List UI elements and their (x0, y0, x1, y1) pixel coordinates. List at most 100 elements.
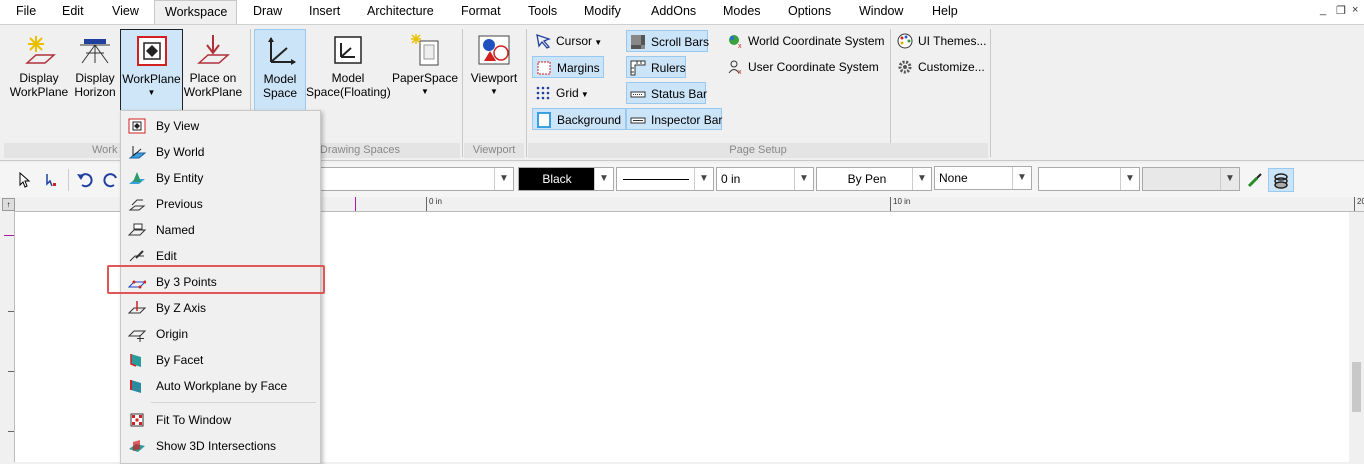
attribute-painter-button[interactable] (1268, 168, 1294, 192)
menu-options[interactable]: Options (788, 4, 831, 18)
fit-to-window-icon (130, 413, 144, 427)
menu-item-by-facet[interactable]: By Facet (121, 349, 320, 371)
margins-label: Margins (557, 61, 600, 75)
ui-themes-button[interactable]: UI Themes... (894, 30, 986, 52)
paperspace-button[interactable]: PaperSpace ▼ (391, 31, 459, 111)
menu-item-auto-workplane-by-face[interactable]: Auto Workplane by Face (121, 375, 320, 397)
menu-view[interactable]: View (112, 4, 139, 18)
model-space-button[interactable]: Model Space (254, 29, 306, 113)
model-space-floating-icon (334, 36, 362, 64)
menu-item-label: Show 3D Intersections (156, 439, 277, 453)
user-coordinate-system-button[interactable]: x User Coordinate System (724, 56, 884, 78)
ruler-origin-icon[interactable]: ↑ (2, 198, 15, 211)
fill-select[interactable]: None ▼ (934, 166, 1032, 190)
restore-icon[interactable]: ❐ (1336, 4, 1346, 17)
chevron-down-icon: ▼ (1220, 168, 1239, 190)
menu-addons[interactable]: AddOns (651, 4, 696, 18)
menu-tools[interactable]: Tools (528, 4, 557, 18)
menu-file[interactable]: File (16, 4, 36, 18)
place-on-workplane-label: Place on WorkPlane (183, 71, 243, 99)
opacity-select[interactable]: ▼ (1142, 167, 1240, 191)
undo-icon[interactable] (76, 172, 94, 188)
horizon-icon (80, 39, 110, 64)
scroll-bars-button[interactable]: Scroll Bars (626, 30, 709, 52)
workplane-button[interactable]: WorkPlane ▼ (120, 29, 183, 113)
menu-window[interactable]: Window (859, 4, 903, 18)
menu-architecture[interactable]: Architecture (367, 4, 434, 18)
redo-icon[interactable] (102, 172, 120, 188)
menu-item-origin[interactable]: Origin (121, 323, 320, 345)
display-workplane-button[interactable]: Display WorkPlane (6, 31, 72, 111)
line-style-select[interactable]: ▼ (616, 167, 714, 191)
close-icon[interactable]: × (1352, 4, 1358, 16)
scroll-bars-icon (631, 35, 645, 49)
model-space-floating-button[interactable]: Model Space(Floating) (306, 31, 391, 111)
viewport-button[interactable]: Viewport ▼ (466, 31, 522, 111)
menu-format[interactable]: Format (461, 4, 501, 18)
margins-icon (537, 61, 551, 75)
menu-insert[interactable]: Insert (309, 4, 340, 18)
menu-item-named[interactable]: Named (121, 219, 320, 241)
place-on-workplane-button[interactable]: Place on WorkPlane (181, 31, 245, 111)
vertical-ruler[interactable] (0, 211, 15, 462)
cursor-button[interactable]: Cursor ▼ (532, 30, 604, 52)
menu-modify[interactable]: Modify (584, 4, 621, 18)
menu-item-label: Origin (156, 327, 189, 341)
menu-help[interactable]: Help (932, 4, 958, 18)
arrow-cursor-icon[interactable] (16, 172, 32, 188)
toolbar-separator (68, 169, 69, 191)
chevron-down-icon: ▼ (421, 87, 429, 96)
vertical-scrollbar[interactable] (1349, 212, 1364, 462)
scrollbar-thumb[interactable] (1352, 362, 1361, 412)
background-button[interactable]: Background (532, 108, 626, 130)
group-label-page-setup: Page Setup (528, 143, 988, 158)
menu-modes[interactable]: Modes (723, 4, 761, 18)
line-width-select[interactable]: 0 in ▼ (716, 167, 814, 191)
ruler-tick (8, 431, 14, 432)
cursor-label: Cursor (556, 34, 593, 48)
minimize-icon[interactable]: _ (1320, 4, 1326, 16)
paperspace-icon (411, 34, 439, 66)
rulers-button[interactable]: Rulers (626, 56, 686, 78)
display-horizon-button[interactable]: Display Horizon (70, 31, 120, 111)
chevron-down-icon: ▼ (694, 168, 713, 190)
menu-item-by-world[interactable]: By World (121, 141, 320, 163)
world-coordinate-system-button[interactable]: x World Coordinate System (724, 30, 888, 52)
rulers-label: Rulers (651, 61, 686, 75)
pattern-select[interactable]: ▼ (1038, 167, 1140, 191)
menu-draw[interactable]: Draw (253, 4, 282, 18)
eyedropper-icon[interactable] (1246, 171, 1264, 189)
node-select-icon[interactable] (42, 172, 58, 188)
ruler-cursor-marker (355, 197, 356, 211)
inspector-bar-label: Inspector Bar (651, 113, 723, 127)
menu-edit[interactable]: Edit (62, 4, 84, 18)
menu-item-edit[interactable]: Edit (121, 245, 320, 267)
show-3d-intersections-icon (129, 440, 145, 452)
menu-item-by-entity[interactable]: By Entity (121, 167, 320, 189)
grid-button[interactable]: Grid ▼ (532, 82, 604, 104)
customize-button[interactable]: Customize... (894, 56, 988, 78)
pen-value: By Pen (847, 172, 887, 186)
rulers-icon (630, 60, 646, 76)
menu-workspace[interactable]: Workspace (154, 0, 237, 24)
menu-item-fit-to-window[interactable]: Fit To Window (121, 409, 320, 431)
menu-item-show-3d-intersections[interactable]: Show 3D Intersections (121, 435, 320, 457)
model-space-icon (268, 37, 296, 65)
world-coordinate-label: World Coordinate System (748, 34, 885, 48)
menu-item-by-view[interactable]: By View (121, 115, 320, 137)
layer-select[interactable]: ▼ (318, 167, 514, 191)
status-bar-button[interactable]: Status Bar (626, 82, 707, 104)
chevron-down-icon: ▼ (594, 168, 613, 190)
pen-select[interactable]: By Pen ▼ (816, 167, 932, 191)
chevron-down-icon: ▼ (912, 168, 931, 190)
menu-separator (151, 402, 316, 403)
margins-button[interactable]: Margins (532, 56, 604, 78)
menu-item-label: By Z Axis (156, 301, 207, 315)
menu-item-label: By World (156, 145, 205, 159)
ribbon-separator (990, 29, 991, 157)
menu-item-previous[interactable]: Previous (121, 193, 320, 215)
inspector-bar-button[interactable]: Inspector Bar (626, 108, 722, 130)
color-select[interactable]: Black ▼ (518, 167, 614, 191)
ruler-tick (8, 311, 14, 312)
menu-item-by-z-axis[interactable]: By Z Axis (121, 297, 320, 319)
